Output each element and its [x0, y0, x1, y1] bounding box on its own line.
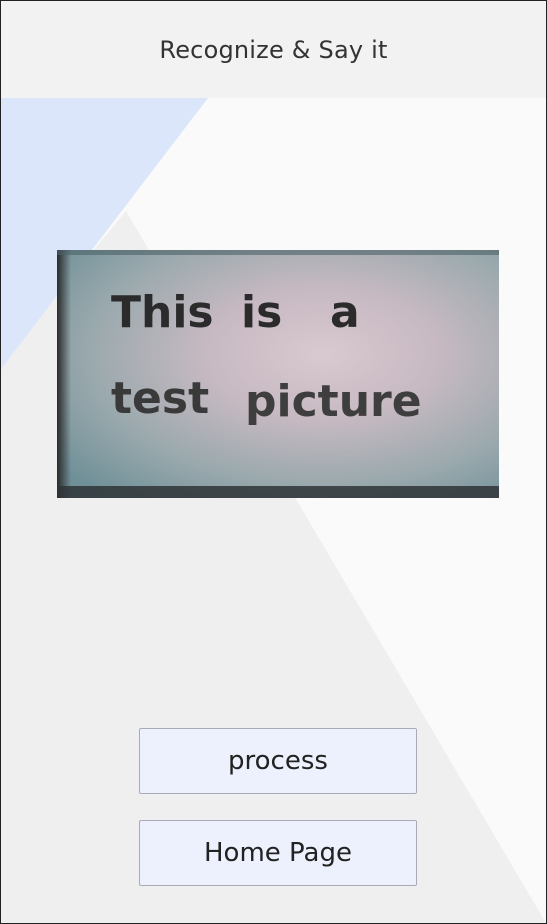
photo-word-is: is [241, 287, 282, 338]
photo-word-picture: picture [245, 376, 422, 427]
process-button[interactable]: process [139, 728, 417, 794]
app-bar: Recognize & Say it [1, 1, 546, 98]
photo-word-this: This [111, 287, 214, 338]
captured-photo: This is a test picture [57, 250, 499, 498]
app-title: Recognize & Say it [159, 35, 388, 64]
app-screen: Recognize & Say it This is a test pictur… [0, 0, 547, 924]
home-page-button[interactable]: Home Page [139, 820, 417, 886]
photo-word-test: test [111, 373, 209, 424]
photo-word-a: a [330, 287, 360, 338]
